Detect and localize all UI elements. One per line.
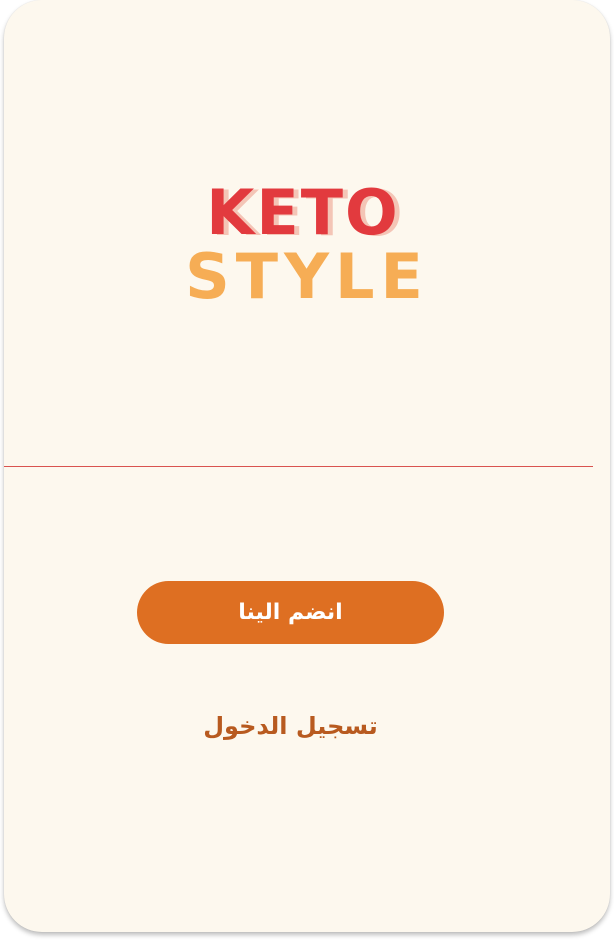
join-us-button[interactable]: انضم الينا [137,581,444,644]
app-screen: KETO STYLE انضم الينا تسجيل الدخول [4,0,610,932]
logo-line-keto: KETO [206,176,400,249]
app-logo: KETO STYLE [4,182,610,308]
logo-line-style: STYLE [185,240,429,313]
login-link[interactable]: تسجيل الدخول [137,702,444,750]
divider-line [4,466,593,467]
